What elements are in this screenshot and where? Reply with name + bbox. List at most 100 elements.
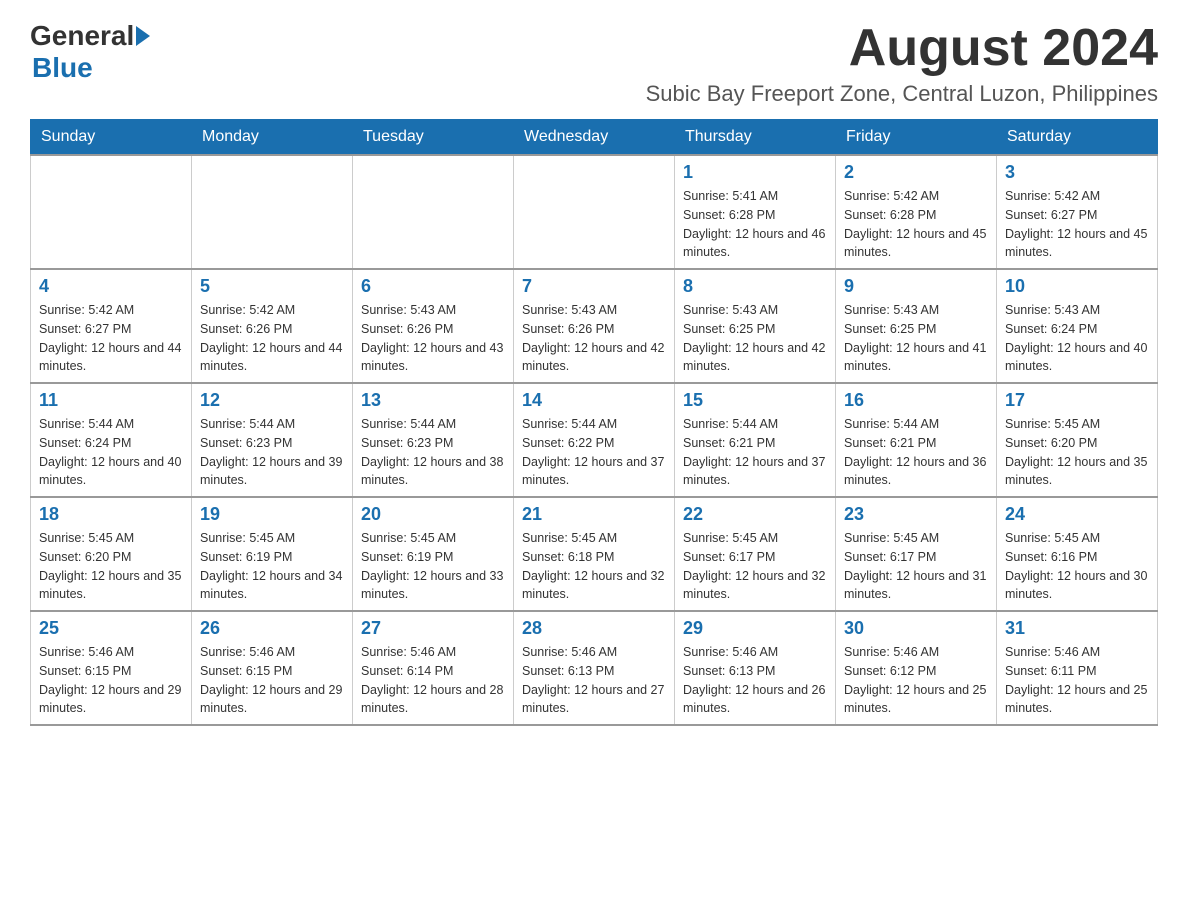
day-number: 26 <box>200 618 344 639</box>
day-info: Sunrise: 5:45 AMSunset: 6:17 PMDaylight:… <box>683 531 825 601</box>
day-number: 13 <box>361 390 505 411</box>
calendar-cell: 28 Sunrise: 5:46 AMSunset: 6:13 PMDayligh… <box>514 611 675 725</box>
logo-general: General <box>30 20 134 52</box>
day-info: Sunrise: 5:41 AMSunset: 6:28 PMDaylight:… <box>683 189 825 259</box>
day-info: Sunrise: 5:45 AMSunset: 6:19 PMDaylight:… <box>200 531 342 601</box>
day-number: 15 <box>683 390 827 411</box>
calendar-cell: 14 Sunrise: 5:44 AMSunset: 6:22 PMDayligh… <box>514 383 675 497</box>
calendar-cell: 4Sunrise: 5:42 AMSunset: 6:27 PMDaylight… <box>31 269 192 383</box>
calendar-cell: 26 Sunrise: 5:46 AMSunset: 6:15 PMDayligh… <box>192 611 353 725</box>
day-number: 9 <box>844 276 988 297</box>
location-subtitle: Subic Bay Freeport Zone, Central Luzon, … <box>646 81 1158 107</box>
calendar-cell: 3 Sunrise: 5:42 AMSunset: 6:27 PMDaylight… <box>997 155 1158 269</box>
day-info: Sunrise: 5:43 AMSunset: 6:24 PMDaylight:… <box>1005 303 1147 373</box>
calendar-cell <box>353 155 514 269</box>
day-info: Sunrise: 5:42 AMSunset: 6:27 PMDaylight:… <box>39 303 181 373</box>
calendar-cell: 13Sunrise: 5:44 AMSunset: 6:23 PMDayligh… <box>353 383 514 497</box>
calendar-week-1: 1 Sunrise: 5:41 AMSunset: 6:28 PMDaylight… <box>31 155 1158 269</box>
calendar-cell: 31 Sunrise: 5:46 AMSunset: 6:11 PMDayligh… <box>997 611 1158 725</box>
day-info: Sunrise: 5:46 AMSunset: 6:13 PMDaylight:… <box>522 645 664 715</box>
day-info: Sunrise: 5:44 AMSunset: 6:23 PMDaylight:… <box>200 417 342 487</box>
day-info: Sunrise: 5:45 AMSunset: 6:16 PMDaylight:… <box>1005 531 1147 601</box>
day-info: Sunrise: 5:45 AMSunset: 6:18 PMDaylight:… <box>522 531 664 601</box>
calendar-cell: 17 Sunrise: 5:45 AMSunset: 6:20 PMDayligh… <box>997 383 1158 497</box>
calendar-cell <box>31 155 192 269</box>
calendar-cell: 22Sunrise: 5:45 AMSunset: 6:17 PMDayligh… <box>675 497 836 611</box>
day-info: Sunrise: 5:46 AMSunset: 6:14 PMDaylight:… <box>361 645 503 715</box>
calendar-cell: 9 Sunrise: 5:43 AMSunset: 6:25 PMDaylight… <box>836 269 997 383</box>
day-info: Sunrise: 5:46 AMSunset: 6:15 PMDaylight:… <box>200 645 342 715</box>
day-info: Sunrise: 5:42 AMSunset: 6:26 PMDaylight:… <box>200 303 342 373</box>
calendar-table: SundayMondayTuesdayWednesdayThursdayFrid… <box>30 119 1158 726</box>
day-info: Sunrise: 5:45 AMSunset: 6:17 PMDaylight:… <box>844 531 986 601</box>
calendar-cell: 8Sunrise: 5:43 AMSunset: 6:25 PMDaylight… <box>675 269 836 383</box>
day-number: 7 <box>522 276 666 297</box>
calendar-cell: 21 Sunrise: 5:45 AMSunset: 6:18 PMDayligh… <box>514 497 675 611</box>
day-number: 21 <box>522 504 666 525</box>
calendar-week-3: 11Sunrise: 5:44 AMSunset: 6:24 PMDayligh… <box>31 383 1158 497</box>
calendar-cell: 2Sunrise: 5:42 AMSunset: 6:28 PMDaylight… <box>836 155 997 269</box>
day-number: 16 <box>844 390 988 411</box>
calendar-header-saturday: Saturday <box>997 120 1158 156</box>
day-number: 28 <box>522 618 666 639</box>
calendar-week-5: 25 Sunrise: 5:46 AMSunset: 6:15 PMDayligh… <box>31 611 1158 725</box>
calendar-cell: 12 Sunrise: 5:44 AMSunset: 6:23 PMDayligh… <box>192 383 353 497</box>
day-number: 25 <box>39 618 183 639</box>
calendar-week-4: 18 Sunrise: 5:45 AMSunset: 6:20 PMDayligh… <box>31 497 1158 611</box>
day-number: 1 <box>683 162 827 183</box>
calendar-header-row: SundayMondayTuesdayWednesdayThursdayFrid… <box>31 120 1158 156</box>
day-number: 8 <box>683 276 827 297</box>
day-info: Sunrise: 5:46 AMSunset: 6:12 PMDaylight:… <box>844 645 986 715</box>
calendar-header-thursday: Thursday <box>675 120 836 156</box>
day-info: Sunrise: 5:44 AMSunset: 6:21 PMDaylight:… <box>683 417 825 487</box>
day-info: Sunrise: 5:46 AMSunset: 6:13 PMDaylight:… <box>683 645 825 715</box>
calendar-cell <box>192 155 353 269</box>
day-number: 5 <box>200 276 344 297</box>
calendar-cell: 16Sunrise: 5:44 AMSunset: 6:21 PMDayligh… <box>836 383 997 497</box>
day-number: 24 <box>1005 504 1149 525</box>
day-number: 20 <box>361 504 505 525</box>
day-info: Sunrise: 5:44 AMSunset: 6:22 PMDaylight:… <box>522 417 664 487</box>
calendar-cell: 6Sunrise: 5:43 AMSunset: 6:26 PMDaylight… <box>353 269 514 383</box>
calendar-header-wednesday: Wednesday <box>514 120 675 156</box>
day-number: 3 <box>1005 162 1149 183</box>
calendar-week-2: 4Sunrise: 5:42 AMSunset: 6:27 PMDaylight… <box>31 269 1158 383</box>
day-number: 29 <box>683 618 827 639</box>
calendar-header-sunday: Sunday <box>31 120 192 156</box>
calendar-cell: 24 Sunrise: 5:45 AMSunset: 6:16 PMDayligh… <box>997 497 1158 611</box>
day-info: Sunrise: 5:45 AMSunset: 6:20 PMDaylight:… <box>1005 417 1147 487</box>
calendar-cell <box>514 155 675 269</box>
day-number: 14 <box>522 390 666 411</box>
logo-blue: Blue <box>32 52 93 84</box>
day-info: Sunrise: 5:46 AMSunset: 6:15 PMDaylight:… <box>39 645 181 715</box>
calendar-header-tuesday: Tuesday <box>353 120 514 156</box>
calendar-cell: 7Sunrise: 5:43 AMSunset: 6:26 PMDaylight… <box>514 269 675 383</box>
day-number: 27 <box>361 618 505 639</box>
day-number: 19 <box>200 504 344 525</box>
day-info: Sunrise: 5:43 AMSunset: 6:25 PMDaylight:… <box>844 303 986 373</box>
calendar-cell: 29 Sunrise: 5:46 AMSunset: 6:13 PMDayligh… <box>675 611 836 725</box>
page-header: General Blue August 2024 Subic Bay Freep… <box>30 20 1158 107</box>
calendar-cell: 1 Sunrise: 5:41 AMSunset: 6:28 PMDaylight… <box>675 155 836 269</box>
day-info: Sunrise: 5:45 AMSunset: 6:19 PMDaylight:… <box>361 531 503 601</box>
day-info: Sunrise: 5:45 AMSunset: 6:20 PMDaylight:… <box>39 531 181 601</box>
day-info: Sunrise: 5:44 AMSunset: 6:24 PMDaylight:… <box>39 417 181 487</box>
calendar-cell: 5 Sunrise: 5:42 AMSunset: 6:26 PMDaylight… <box>192 269 353 383</box>
calendar-header-friday: Friday <box>836 120 997 156</box>
calendar-cell: 18 Sunrise: 5:45 AMSunset: 6:20 PMDayligh… <box>31 497 192 611</box>
logo-triangle-icon <box>136 26 150 46</box>
day-number: 6 <box>361 276 505 297</box>
day-number: 18 <box>39 504 183 525</box>
day-number: 31 <box>1005 618 1149 639</box>
month-year-title: August 2024 <box>646 20 1158 77</box>
calendar-cell: 10 Sunrise: 5:43 AMSunset: 6:24 PMDayligh… <box>997 269 1158 383</box>
calendar-cell: 27 Sunrise: 5:46 AMSunset: 6:14 PMDayligh… <box>353 611 514 725</box>
day-info: Sunrise: 5:46 AMSunset: 6:11 PMDaylight:… <box>1005 645 1147 715</box>
day-number: 12 <box>200 390 344 411</box>
calendar-cell: 19 Sunrise: 5:45 AMSunset: 6:19 PMDayligh… <box>192 497 353 611</box>
day-number: 10 <box>1005 276 1149 297</box>
logo: General Blue <box>30 20 150 84</box>
day-number: 17 <box>1005 390 1149 411</box>
day-info: Sunrise: 5:42 AMSunset: 6:28 PMDaylight:… <box>844 189 986 259</box>
day-info: Sunrise: 5:42 AMSunset: 6:27 PMDaylight:… <box>1005 189 1147 259</box>
